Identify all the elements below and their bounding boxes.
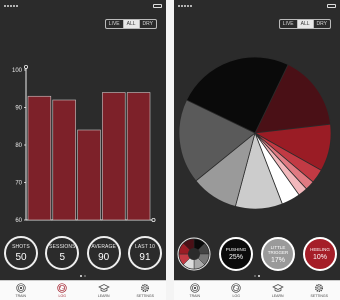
stat-average-value: 90	[98, 251, 110, 263]
stat-last-10-label: LAST 10	[134, 243, 156, 250]
log-target-icon	[57, 283, 67, 293]
page-indicator[interactable]	[0, 275, 166, 277]
stat-little-trigger[interactable]: LITTLE TRIGGER 17%	[261, 237, 295, 271]
bar[interactable]	[126, 92, 151, 221]
tab-learn-label: LEARN	[271, 294, 284, 298]
stat-shots-value: 50	[15, 251, 27, 263]
tab-bar: TRAIN LOG LEARN SETTINGS	[0, 280, 166, 300]
stat-pushing[interactable]: PUSHING 25%	[219, 237, 253, 271]
stat-sessions-label: SESSIONS	[49, 243, 76, 250]
tab-train-label: TRAIN	[15, 294, 27, 298]
y-tick-label: 90	[15, 106, 22, 112]
tab-learn-label: LEARN	[97, 294, 110, 298]
y-tick-label: 70	[15, 181, 22, 187]
error-breakdown-pie-chart	[178, 56, 332, 210]
stat-heeling[interactable]: HEELING 10%	[303, 237, 337, 271]
tab-settings-label: SETTINGS	[136, 294, 154, 298]
stat-last-10-value: 91	[139, 251, 151, 263]
tab-learn[interactable]: LEARN	[89, 283, 119, 298]
tab-log[interactable]: LOG	[47, 283, 77, 298]
page-dot	[80, 275, 82, 277]
target-icon	[190, 283, 200, 293]
page-dot	[254, 275, 256, 277]
signal-icon	[4, 5, 18, 7]
graduation-cap-icon	[271, 283, 284, 293]
battery-icon	[153, 4, 162, 8]
battery-icon	[327, 4, 336, 8]
score-bar-chart: 100 90 80 70 60	[12, 65, 156, 224]
tab-bar: TRAIN LOG LEARN SETTINGS	[174, 280, 340, 300]
right-phone-screen: LIVE ALL DRY PUSHING 25% LITTLE TRIGGER …	[174, 0, 340, 300]
bar[interactable]	[52, 99, 76, 221]
y-tick-label: 100	[12, 68, 23, 74]
stat-pushing-label: PUSHING	[225, 247, 247, 252]
stat-little-trigger-value: 17%	[270, 256, 285, 264]
stat-pushing-value: 25%	[228, 254, 243, 261]
tab-settings[interactable]: SETTINGS	[304, 283, 334, 298]
stat-sessions[interactable]: SESSIONS 5	[45, 236, 80, 270]
stat-heeling-label: HEELING	[310, 247, 330, 252]
gear-icon	[314, 283, 324, 293]
y-tick-label: 60	[15, 218, 22, 224]
stat-sessions-value: 5	[59, 251, 66, 263]
bar[interactable]	[27, 95, 52, 221]
segment-all[interactable]: ALL	[123, 20, 140, 28]
status-bar	[178, 3, 336, 11]
stat-heeling-value: 10%	[312, 254, 327, 261]
stat-shots[interactable]: SHOTS 50	[4, 236, 38, 270]
screen-divider	[166, 0, 174, 300]
segment-all[interactable]: ALL	[297, 20, 314, 28]
stat-shots-label: SHOTS	[12, 243, 30, 250]
mini-pie-icon[interactable]	[177, 237, 211, 271]
segment-live[interactable]: LIVE	[280, 20, 298, 28]
x-axis-cap	[151, 217, 156, 222]
tab-learn[interactable]: LEARN	[263, 283, 293, 298]
y-tick-label: 80	[15, 143, 22, 149]
gear-icon	[140, 283, 150, 293]
filter-segmented-control[interactable]: LIVE ALL DRY	[278, 19, 331, 29]
filter-segmented-control[interactable]: LIVE ALL DRY	[104, 19, 157, 29]
mini-pie-hole	[188, 248, 200, 260]
tab-log-label: LOG	[58, 294, 66, 298]
tab-train[interactable]: TRAIN	[6, 283, 36, 298]
graduation-cap-icon	[97, 283, 110, 293]
stat-average[interactable]: AVERAGE 90	[86, 236, 121, 270]
bar[interactable]	[102, 92, 126, 221]
tab-log[interactable]: LOG	[221, 283, 251, 298]
page-indicator[interactable]	[174, 275, 340, 277]
target-icon	[16, 283, 26, 293]
status-bar	[4, 3, 162, 11]
signal-icon	[178, 5, 192, 7]
stat-little-trigger-label: LITTLE TRIGGER	[267, 244, 289, 255]
tab-train[interactable]: TRAIN	[180, 283, 210, 298]
page-dot	[258, 275, 260, 277]
tab-settings[interactable]: SETTINGS	[130, 283, 160, 298]
bar[interactable]	[77, 129, 101, 221]
segment-live[interactable]: LIVE	[106, 20, 124, 28]
page-dot	[84, 275, 86, 277]
tab-log-label: LOG	[232, 294, 240, 298]
tab-train-label: TRAIN	[189, 294, 201, 298]
error-stats-row: PUSHING 25% LITTLE TRIGGER 17% HEELING 1…	[177, 237, 337, 271]
stat-last-10[interactable]: LAST 10 91	[127, 236, 162, 270]
segment-dry[interactable]: DRY	[314, 20, 330, 28]
stats-row: SHOTS 50 SESSIONS 5 AVERAGE 90 LAST 10 9…	[4, 236, 162, 270]
tab-settings-label: SETTINGS	[310, 294, 328, 298]
left-phone-screen: LIVE ALL DRY 100 90 80 70 60 SHOTS 50 SESSIO…	[0, 0, 166, 300]
stat-average-label: AVERAGE	[91, 243, 116, 250]
log-target-icon	[231, 283, 241, 293]
segment-dry[interactable]: DRY	[140, 20, 156, 28]
